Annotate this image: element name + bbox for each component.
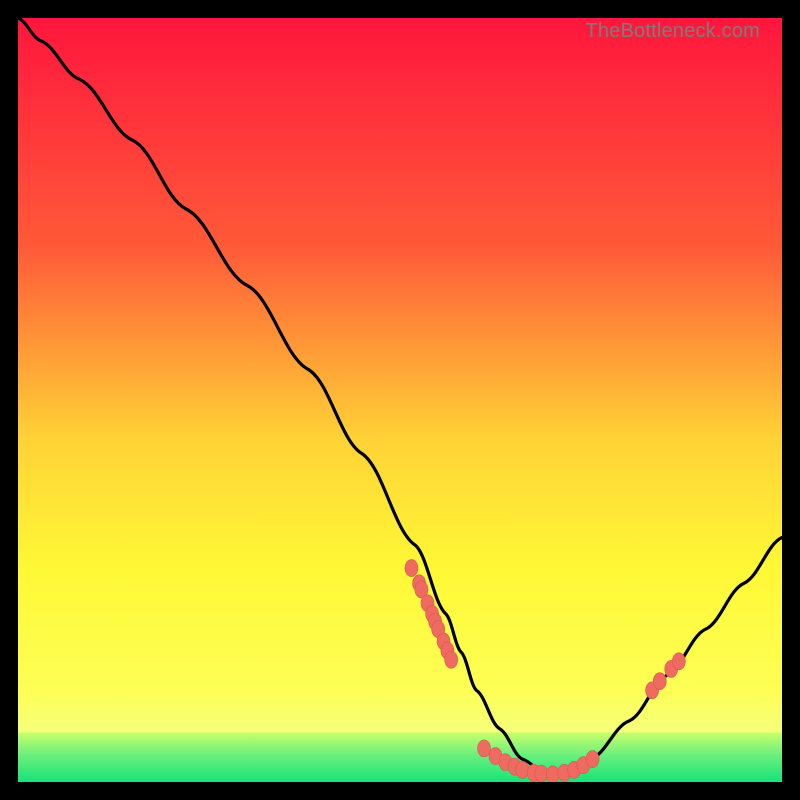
data-marker bbox=[478, 740, 491, 757]
chart-plot bbox=[18, 18, 782, 782]
chart-svg bbox=[18, 18, 782, 782]
data-marker bbox=[653, 673, 666, 690]
watermark-text: TheBottleneck.com bbox=[585, 20, 760, 43]
data-marker bbox=[546, 766, 559, 782]
data-marker bbox=[516, 761, 529, 778]
data-marker bbox=[586, 751, 599, 768]
data-marker bbox=[535, 765, 548, 782]
chart-frame: TheBottleneck.com bbox=[18, 18, 782, 782]
data-marker bbox=[405, 560, 418, 577]
data-marker bbox=[445, 651, 458, 668]
data-marker bbox=[672, 653, 685, 670]
